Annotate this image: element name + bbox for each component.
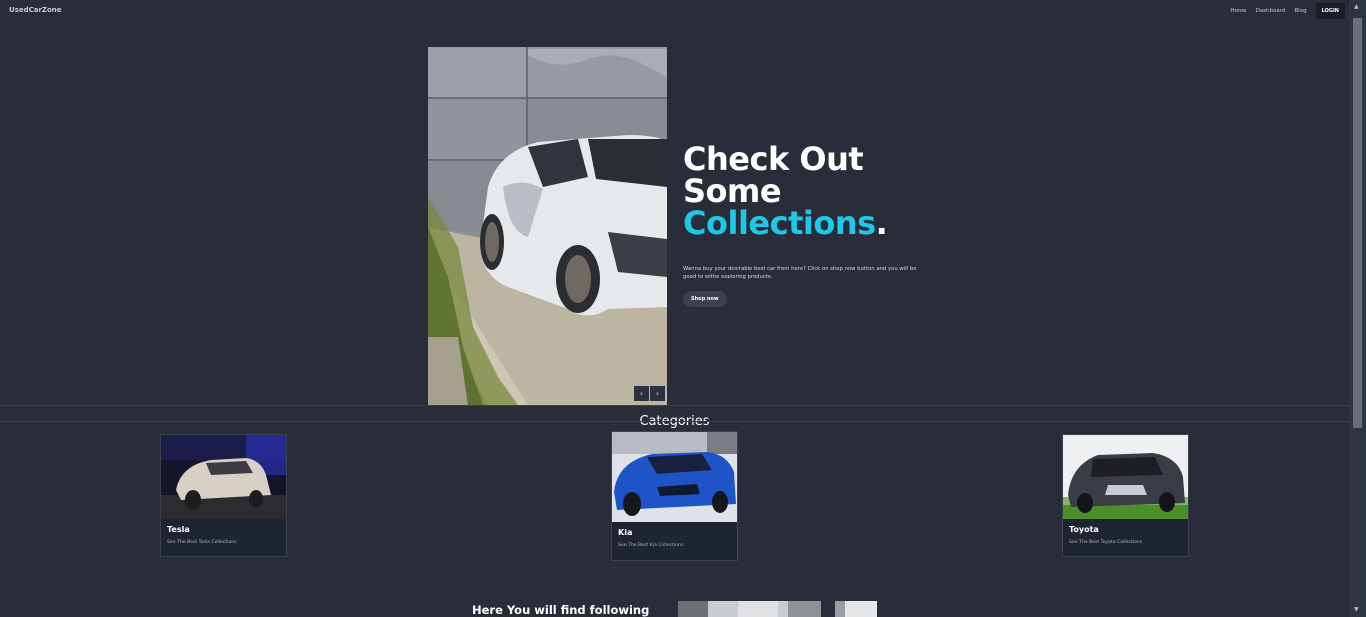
hero-title: Check Out Some Collections. <box>683 143 943 239</box>
toyota-image <box>1063 435 1188 519</box>
feature-image <box>678 601 821 617</box>
hero-title-line1: Check Out <box>683 140 864 178</box>
category-card-tesla[interactable]: Tesla See The Best Tesla Collections <box>160 434 287 557</box>
feature-image <box>835 601 877 617</box>
hero-text: Check Out Some Collections. Wanna buy yo… <box>683 143 943 307</box>
card-subtitle: See The Best Tesla Collections <box>167 540 237 545</box>
section-divider <box>0 421 1349 422</box>
scroll-down-icon[interactable]: ▼ <box>1354 607 1359 613</box>
category-card-toyota[interactable]: Toyota See The Best Toyota Collections <box>1062 434 1189 557</box>
brand-logo[interactable]: UsedCarZone <box>9 6 62 14</box>
nav-links: Home Dashboard Blog LOGIN <box>1230 3 1345 19</box>
nav-blog-link[interactable]: Blog <box>1294 8 1306 14</box>
carousel-prev-button[interactable]: › <box>634 386 649 401</box>
scroll-up-icon[interactable]: ▲ <box>1354 4 1359 10</box>
card-title: Kia <box>618 528 633 537</box>
kia-image <box>612 432 737 522</box>
hero-description: Wanna buy your desirable best car from h… <box>683 266 917 280</box>
card-title: Toyota <box>1069 525 1099 534</box>
page-scrollbar[interactable]: ▲ ▼ <box>1349 0 1366 617</box>
category-card-kia[interactable]: Kia See The Best Kia Collections <box>611 431 738 561</box>
features-heading: Here You will find following <box>472 603 650 617</box>
hero-car-image <box>428 47 667 405</box>
login-button[interactable]: LOGIN <box>1315 3 1345 19</box>
section-divider <box>0 405 1349 406</box>
hero-title-line2: Some <box>683 172 782 210</box>
hero-title-line3: Collections. <box>683 207 943 239</box>
carousel-controls: › › <box>633 386 665 401</box>
card-subtitle: See The Best Kia Collections <box>618 543 684 548</box>
hero-title-accent: Collections <box>683 204 876 242</box>
hero-title-period: . <box>875 204 888 242</box>
card-title: Tesla <box>167 525 190 534</box>
top-navbar: UsedCarZone Home Dashboard Blog LOGIN <box>0 0 1349 22</box>
scrollbar-thumb[interactable] <box>1353 18 1362 428</box>
card-subtitle: See The Best Toyota Collections <box>1069 540 1143 545</box>
carousel-next-button[interactable]: › <box>650 386 665 401</box>
shop-now-button[interactable]: Shop now <box>683 291 727 307</box>
tesla-image <box>161 435 286 519</box>
nav-dashboard-link[interactable]: Dashboard <box>1256 8 1286 14</box>
nav-home-link[interactable]: Home <box>1230 8 1246 14</box>
